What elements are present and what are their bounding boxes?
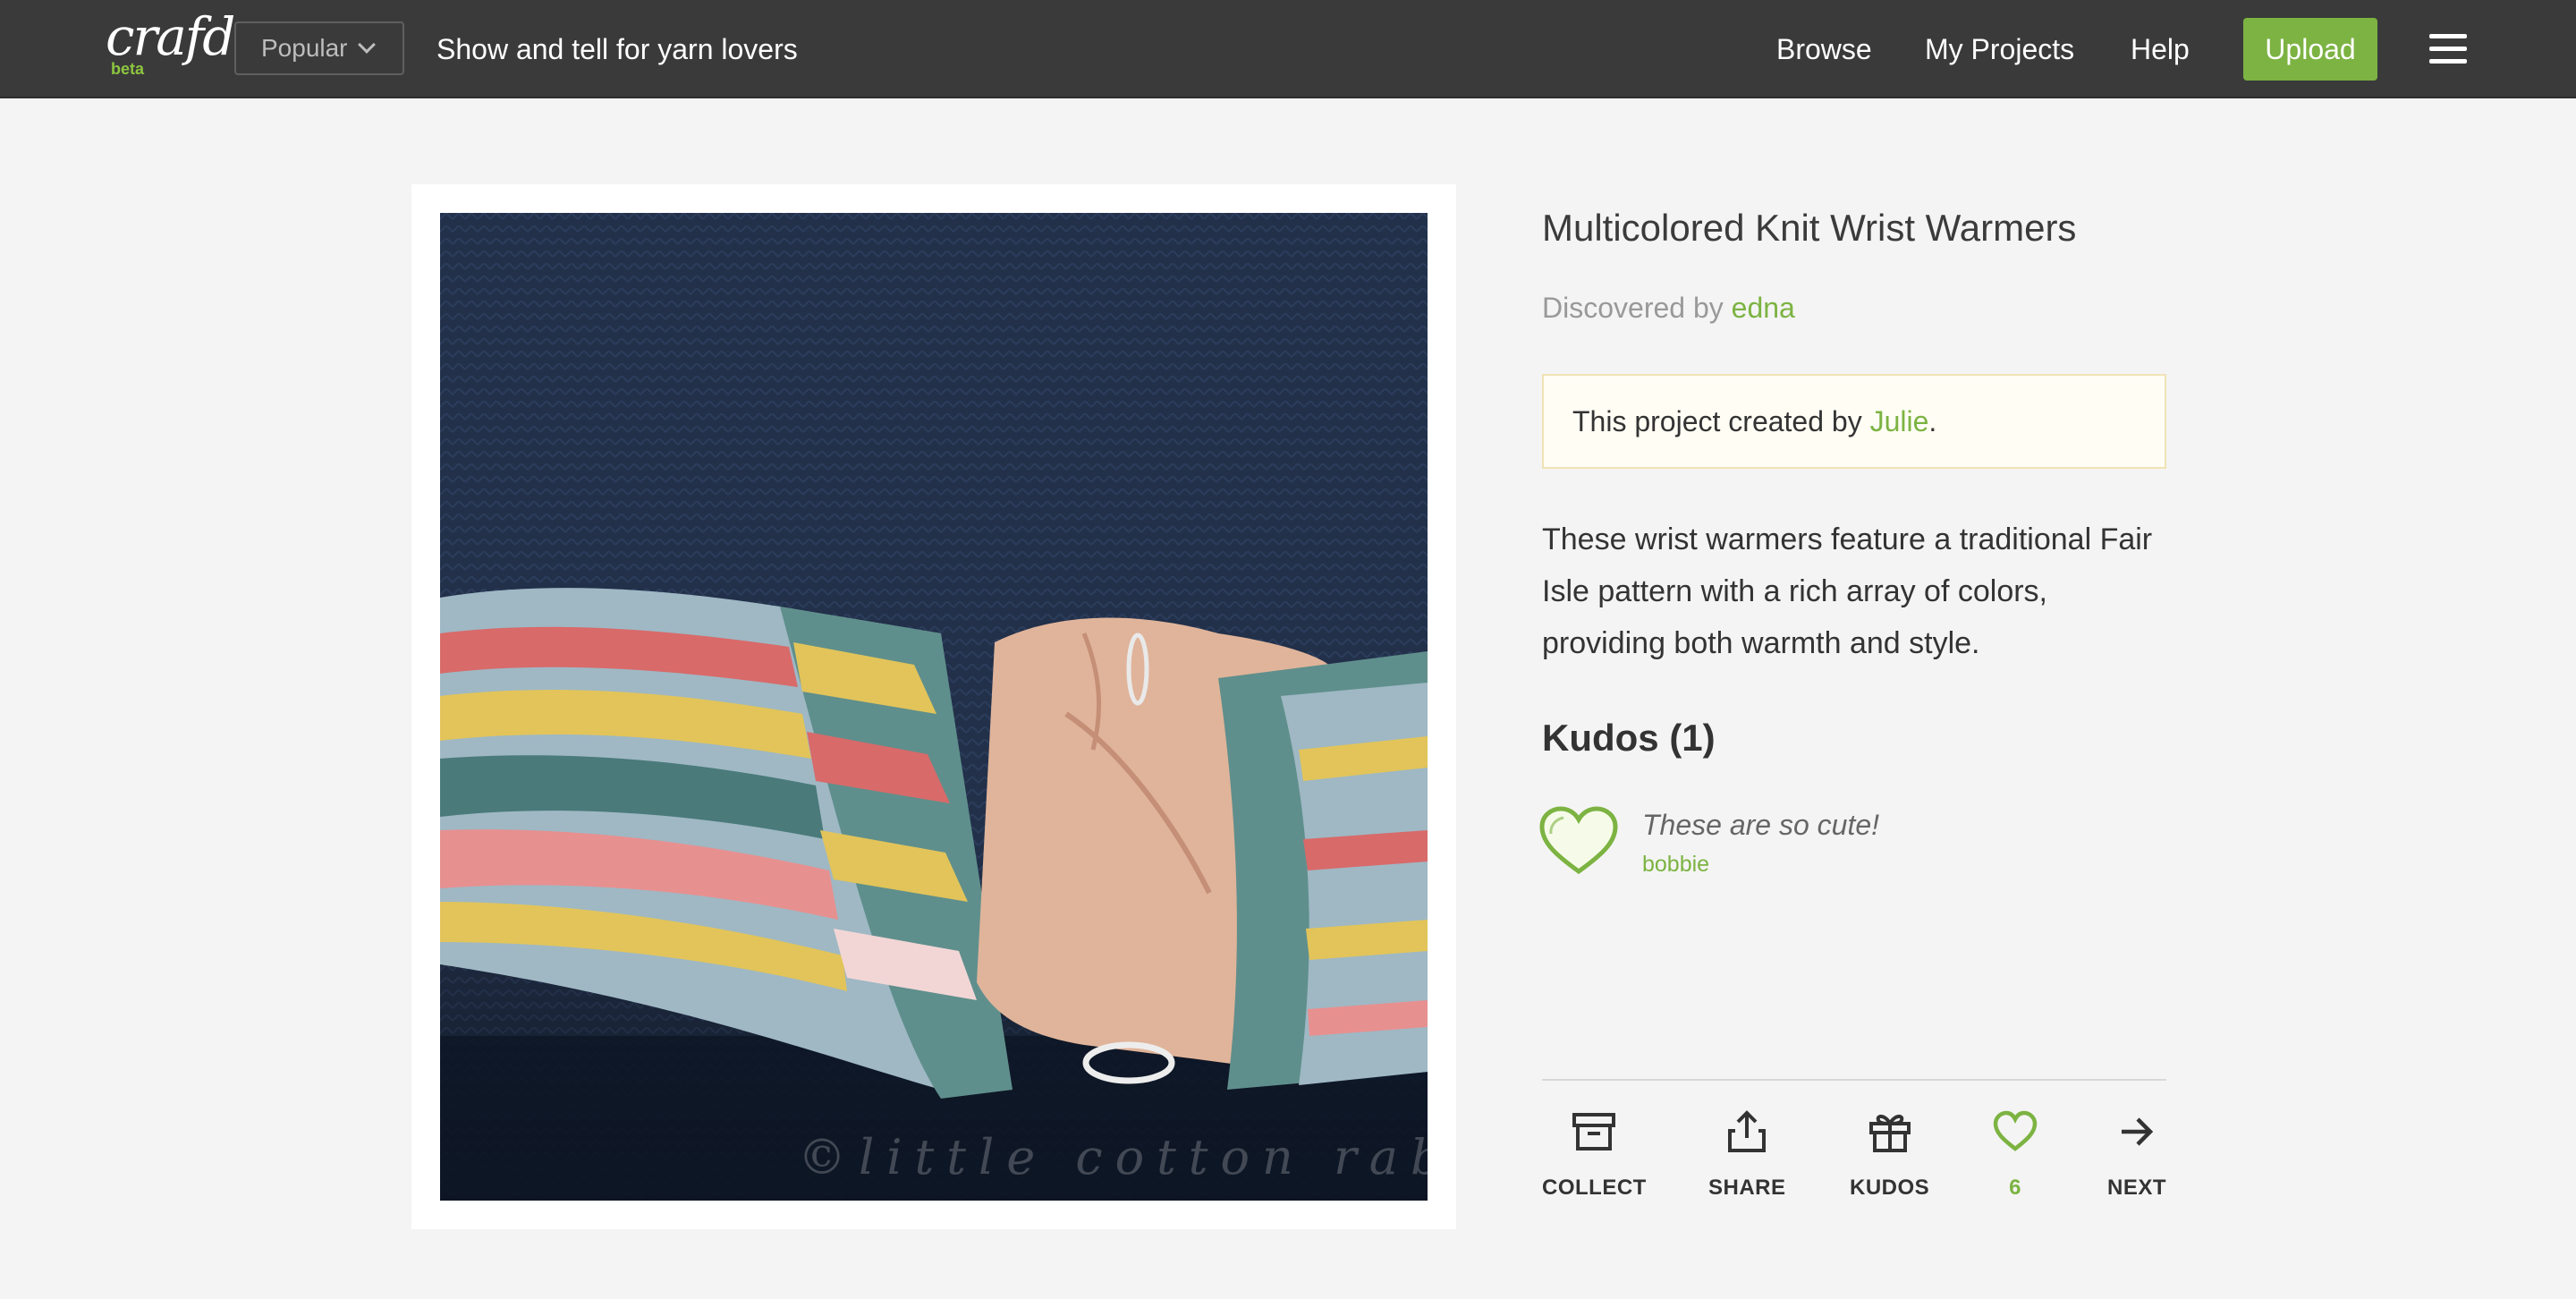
gift-icon xyxy=(1868,1114,1911,1152)
share-button[interactable]: SHARE xyxy=(1708,1108,1786,1206)
next-label: NEXT xyxy=(2107,1176,2167,1200)
action-bar-divider xyxy=(1542,1079,2166,1081)
kudo-comment: These are so cute! xyxy=(1642,809,1880,841)
beta-badge: beta xyxy=(111,60,145,78)
upload-button[interactable]: Upload xyxy=(2243,18,2377,81)
discovered-by: Discovered by edna xyxy=(1542,290,1795,326)
nav-browse[interactable]: Browse xyxy=(1776,30,1872,68)
sort-dropdown-value: Popular xyxy=(261,34,348,62)
creator-prefix: This project created by xyxy=(1572,404,1862,437)
nav-help[interactable]: Help xyxy=(2131,30,2190,68)
project-description: These wrist warmers feature a traditiona… xyxy=(1542,522,2153,660)
sort-dropdown[interactable]: Popular xyxy=(234,21,404,75)
discovered-prefix: Discovered by xyxy=(1542,292,1724,324)
archive-box-icon xyxy=(1572,1113,1616,1150)
share-icon xyxy=(1728,1110,1767,1152)
collect-button[interactable]: COLLECT xyxy=(1542,1108,1647,1206)
discoverer-link[interactable]: edna xyxy=(1732,292,1795,324)
crafd-logo[interactable]: crafd beta xyxy=(106,11,235,79)
kudo-user-link[interactable]: bobbie xyxy=(1642,850,1709,879)
site-tagline: Show and tell for yarn lovers xyxy=(436,33,798,65)
logo-wordmark: crafd xyxy=(106,6,235,67)
top-bar: crafd beta Popular Show and tell for yar… xyxy=(0,0,2576,98)
nav-my-projects[interactable]: My Projects xyxy=(1925,30,2074,68)
kudos-heading: Kudos (1) xyxy=(1542,717,1716,759)
arrow-right-icon xyxy=(2122,1117,2154,1146)
creator-suffix: . xyxy=(1928,404,1937,437)
like-count: 6 xyxy=(2009,1176,2021,1200)
project-photo[interactable]: ©little cotton rabb xyxy=(440,213,1428,1201)
heart-icon xyxy=(1993,1110,2038,1151)
photo-watermark: ©little cotton rabb xyxy=(798,1129,1428,1185)
wrist-warmers-illustration xyxy=(440,213,1428,1201)
hamburger-icon[interactable] xyxy=(2429,34,2467,64)
heart-icon xyxy=(1539,806,1618,875)
creator-notice: This project created by Julie. xyxy=(1542,374,2166,469)
project-title: Multicolored Knit Wrist Warmers xyxy=(1542,207,2077,249)
kudos-button[interactable]: KUDOS xyxy=(1850,1108,1929,1206)
kudos-label: KUDOS xyxy=(1850,1176,1930,1200)
collect-label: COLLECT xyxy=(1542,1176,1647,1200)
share-label: SHARE xyxy=(1708,1176,1786,1200)
project-photo-card: ©little cotton rabb xyxy=(411,184,1456,1229)
chevron-down-icon xyxy=(357,36,376,54)
creator-link[interactable]: Julie xyxy=(1870,405,1929,438)
like-button[interactable]: 6 xyxy=(1991,1108,2039,1206)
next-button[interactable]: NEXT xyxy=(2107,1108,2166,1206)
